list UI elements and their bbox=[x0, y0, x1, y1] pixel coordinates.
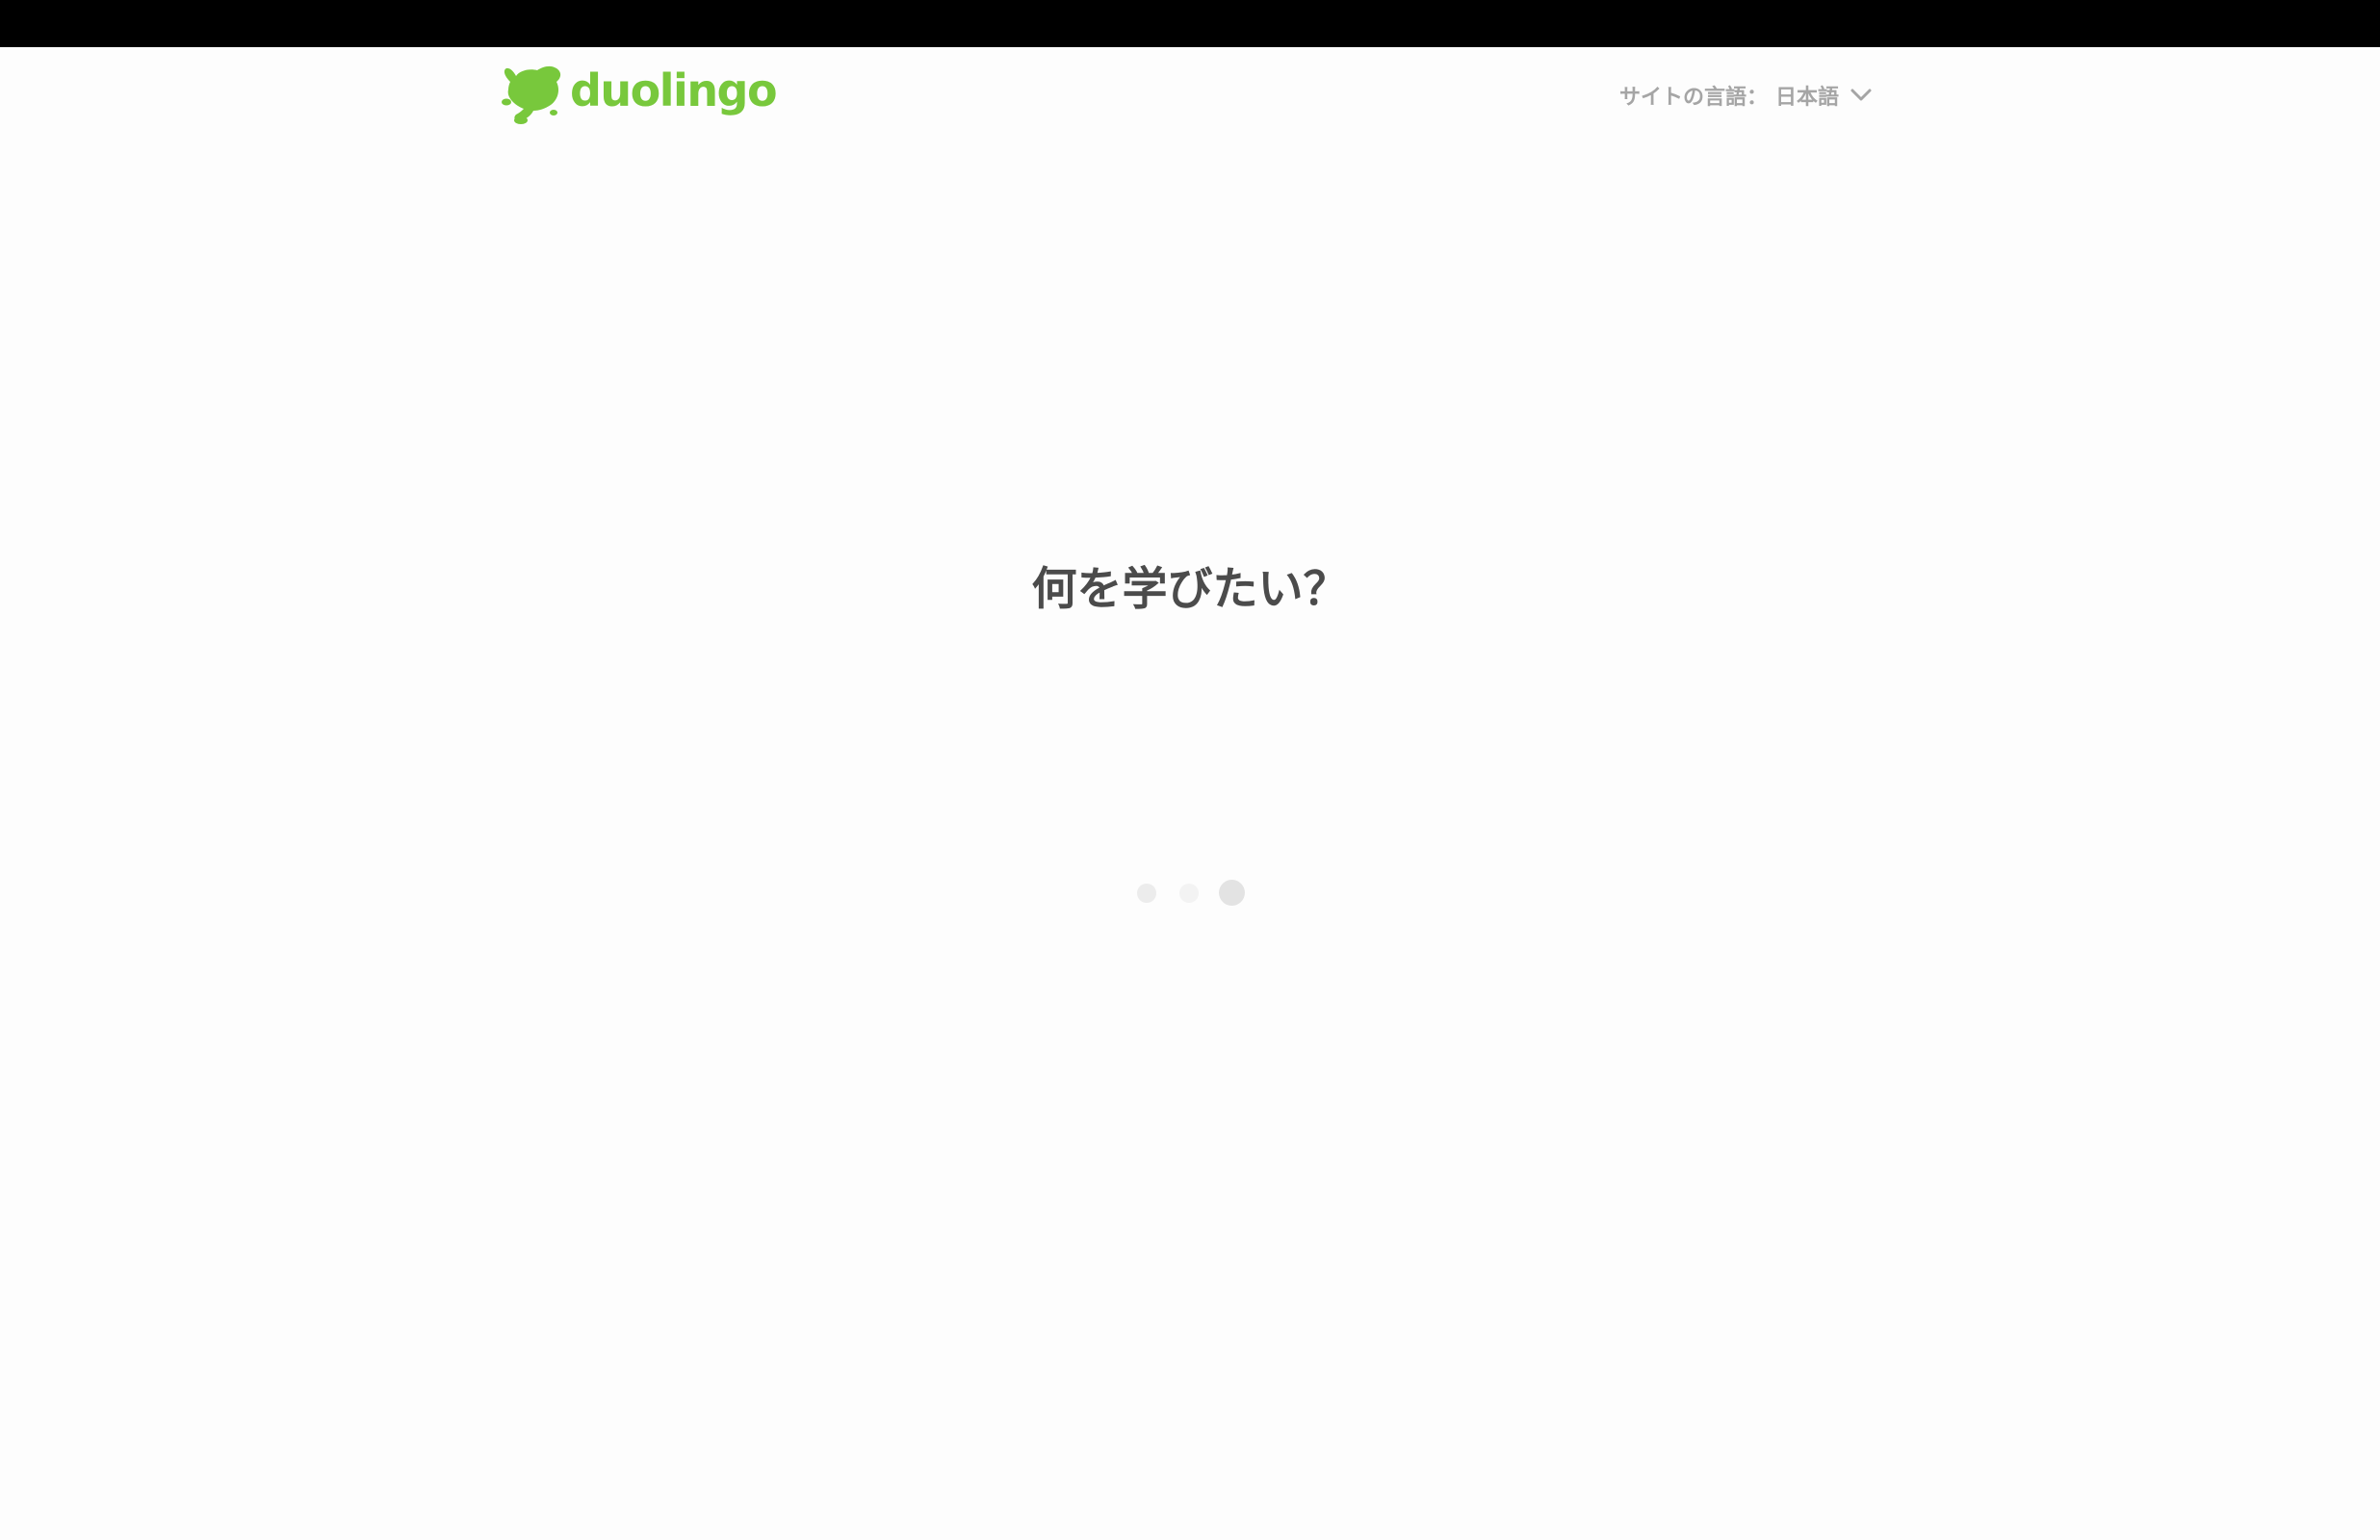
chevron-down-icon bbox=[1850, 89, 1872, 101]
site-header: duolingo サイトの言語： 日本語 bbox=[0, 47, 2380, 136]
duolingo-logo[interactable]: duolingo bbox=[501, 63, 778, 124]
logo-wordmark: duolingo bbox=[570, 64, 778, 116]
site-language-value: 日本語 bbox=[1775, 86, 1840, 110]
loading-dot-active bbox=[1219, 880, 1245, 906]
loading-indicator bbox=[1134, 876, 1246, 907]
site-language-label: サイトの言語： bbox=[1619, 86, 1769, 110]
loading-dot bbox=[1137, 884, 1156, 903]
page: duolingo サイトの言語： 日本語 何を学びたい？ bbox=[0, 0, 2380, 1540]
top-bar bbox=[0, 0, 2380, 47]
loading-dot bbox=[1179, 884, 1199, 903]
duo-owl-logo-icon bbox=[502, 65, 561, 124]
page-title-question: 何を学びたい？ bbox=[1031, 563, 1349, 616]
site-language-selector[interactable]: サイトの言語： 日本語 bbox=[1619, 76, 1872, 115]
